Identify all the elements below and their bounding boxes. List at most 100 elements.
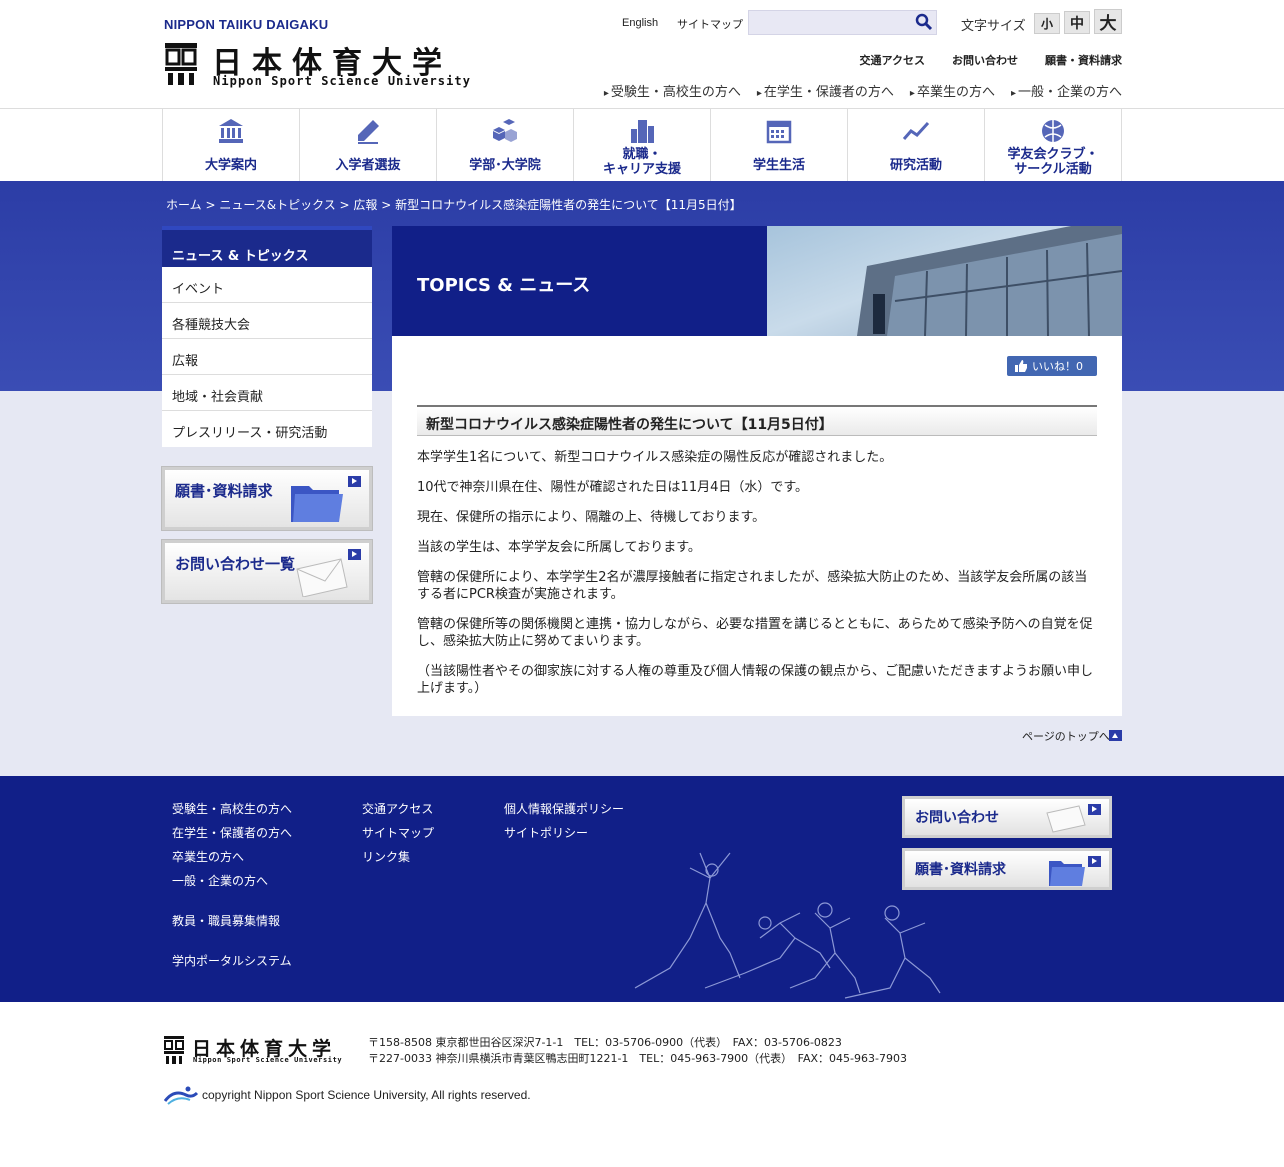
wave-logo-icon	[164, 1086, 198, 1105]
article-title: 新型コロナウイルス感染症陽性者の発生について【11月5日付】	[417, 405, 1097, 436]
gnav-label: 大学案内	[204, 158, 257, 173]
footer-link[interactable]: リンク集	[362, 848, 434, 872]
article-paragraph: （当該陽性者やその御家族に対する人権の尊重及び個人情報の保護の観点から、ご配慮い…	[417, 664, 1094, 696]
gnav-label: 学友会クラブ・ サークル活動	[1007, 147, 1099, 177]
sidebar-menu: ニュース & トピックス イベント 各種競技大会 広報 地域・社会貢献 プレスリ…	[162, 226, 372, 447]
search-input[interactable]	[748, 10, 937, 35]
sitemap-link[interactable]: サイトマップ	[677, 16, 743, 32]
site-header: NIPPON TAIIKU DAIGAKU 日本体育大学 Nippon Spor…	[0, 0, 1284, 109]
banner-label: 願書･資料請求	[915, 862, 1006, 878]
article-paragraph: 本学学生1名について、新型コロナウイルス感染症の陽性反応が確認されました。	[417, 450, 893, 465]
font-size-medium-button[interactable]: 中	[1064, 11, 1090, 34]
footer-link[interactable]: 一般・企業の方へ	[172, 872, 292, 896]
university-crest-icon	[164, 1036, 184, 1064]
arrow-right-icon	[1088, 804, 1101, 815]
footer-application-banner[interactable]: 願書･資料請求	[902, 848, 1112, 890]
footer-link-portal[interactable]: 学内ポータルシステム	[172, 952, 292, 976]
banner-label: 願書･資料請求	[175, 482, 273, 500]
font-size-large-button[interactable]: 大	[1094, 9, 1122, 34]
footer-link[interactable]: 交通アクセス	[362, 800, 434, 824]
sidebar-item-competitions[interactable]: 各種競技大会	[162, 303, 372, 339]
facebook-like-button[interactable]: いいね！0	[1007, 356, 1097, 376]
font-size-small-button[interactable]: 小	[1034, 13, 1060, 34]
footer-contact-banner[interactable]: お問い合わせ	[902, 796, 1112, 838]
gnav-admissions[interactable]: 入学者選抜	[300, 109, 437, 181]
sidebar-item-press[interactable]: プレスリリース・研究活動	[162, 411, 372, 447]
gnav-label: 学生生活	[752, 158, 805, 173]
thumbs-up-icon	[1015, 360, 1027, 372]
article-panel: いいね！0 新型コロナウイルス感染症陽性者の発生について【11月5日付】 本学学…	[392, 336, 1122, 716]
sidebar-item-community[interactable]: 地域・社会貢献	[162, 375, 372, 411]
footer-column-extra: 教員・職員募集情報 学内ポータルシステム	[172, 912, 292, 976]
audience-links: 受験生・高校生の方へ 在学生・保護者の方へ 卒業生の方へ 一般・企業の方へ	[604, 81, 1122, 100]
article-paragraph: 当該の学生は、本学学友会に所属しております。	[417, 540, 701, 555]
envelope-icon	[1046, 805, 1086, 833]
address-tokyo: 〒158-8508 東京都世田谷区深沢7-1-1 TEL：03-5706-090…	[368, 1036, 842, 1049]
arrow-right-icon	[348, 476, 361, 487]
sidebar-item-events[interactable]: イベント	[162, 267, 372, 303]
building-icon	[219, 119, 243, 143]
footer-link[interactable]: サイトマップ	[362, 824, 434, 848]
gnav-about[interactable]: 大学案内	[163, 109, 300, 181]
ball-icon	[1042, 120, 1064, 142]
like-label: いいね！0	[1032, 360, 1083, 373]
english-link[interactable]: English	[622, 17, 658, 29]
breadcrumb[interactable]: ホーム > ニュース&トピックス > 広報 > 新型コロナウイルス感染症陽性者の…	[166, 196, 742, 213]
city-icon	[631, 120, 654, 143]
application-link[interactable]: 願書・資料請求	[1045, 52, 1122, 68]
section-header: TOPICS & ニュース	[392, 226, 1122, 336]
utility-links: 交通アクセス お問い合わせ 願書・資料請求	[860, 52, 1122, 68]
footer-link-recruitment[interactable]: 教員・職員募集情報	[172, 912, 292, 952]
audience-link-applicants[interactable]: 受験生・高校生の方へ	[604, 81, 741, 100]
contact-link[interactable]: お問い合わせ	[952, 52, 1018, 68]
footer-logo-english: Nippon Sport Science University	[193, 1056, 343, 1064]
university-crest-icon[interactable]	[164, 42, 198, 86]
gnav-label: 入学者選抜	[335, 158, 401, 173]
arrow-right-icon	[348, 549, 361, 560]
article-paragraph: 現在、保健所の指示により、隔離の上、待機しております。	[417, 510, 766, 525]
section-title: TOPICS & ニュース	[417, 275, 591, 296]
gnav-label: 研究活動	[889, 158, 942, 173]
logo-romaji[interactable]: NIPPON TAIIKU DAIGAKU	[164, 17, 328, 32]
article-paragraph: 管轄の保健所により、本学学生2名が濃厚接触者に指定されましたが、感染拡大防止のた…	[417, 570, 1088, 602]
folder-icon	[1049, 861, 1085, 886]
banner-label: お問い合わせ一覧	[175, 555, 296, 573]
footer-link[interactable]: 個人情報保護ポリシー	[504, 800, 624, 824]
gnav-faculties[interactable]: 学部･大学院	[437, 109, 574, 181]
sidebar-heading[interactable]: ニュース & トピックス	[162, 226, 372, 267]
footer-link[interactable]: 卒業生の方へ	[172, 848, 292, 872]
logo-english[interactable]: Nippon Sport Science University	[213, 74, 471, 88]
cubes-icon	[493, 119, 517, 142]
athletes-illustration	[634, 852, 941, 999]
footer-link[interactable]: 受験生・高校生の方へ	[172, 800, 292, 824]
footer-link[interactable]: サイトポリシー	[504, 824, 624, 848]
arrow-right-icon	[1088, 856, 1101, 867]
audience-link-public[interactable]: 一般・企業の方へ	[1011, 81, 1122, 100]
copyright: copyright Nippon Sport Science Universit…	[202, 1088, 531, 1102]
gnav-campus-life[interactable]: 学生生活	[711, 109, 848, 181]
arrow-up-icon[interactable]	[1109, 730, 1122, 741]
gnav-label: 学部･大学院	[469, 158, 541, 173]
contact-list-banner[interactable]: お問い合わせ一覧	[161, 539, 373, 604]
gnav-career[interactable]: 就職・ キャリア支援	[574, 109, 711, 181]
envelope-icon	[296, 558, 348, 597]
access-link[interactable]: 交通アクセス	[860, 52, 925, 68]
article-paragraph: 管轄の保健所等の関係機関と連携・協力しながら、必要な措置を講じるとともに、あらた…	[417, 617, 1093, 649]
address-yokohama: 〒227-0033 神奈川県横浜市青葉区鴨志田町1221-1 TEL：045-9…	[368, 1052, 907, 1065]
search-icon[interactable]	[915, 13, 933, 31]
global-nav: 大学案内 入学者選抜 学部･大学院 就職・ キャリア支援 学生生活 研究活動 学…	[162, 109, 1122, 181]
footer-link[interactable]: 在学生・保護者の方へ	[172, 824, 292, 848]
application-banner[interactable]: 願書･資料請求	[161, 466, 373, 531]
audience-link-students[interactable]: 在学生・保護者の方へ	[757, 81, 894, 100]
sidebar-item-pr[interactable]: 広報	[162, 339, 372, 375]
footer-column-audience: 受験生・高校生の方へ 在学生・保護者の方へ 卒業生の方へ 一般・企業の方へ	[172, 800, 292, 896]
audience-link-alumni[interactable]: 卒業生の方へ	[910, 81, 995, 100]
page-top-link[interactable]: ページのトップへ	[1022, 728, 1110, 744]
font-size-label: 文字サイズ	[961, 19, 1026, 34]
calendar-icon	[766, 120, 792, 144]
chart-line-icon	[902, 121, 930, 140]
banner-label: お問い合わせ	[915, 810, 999, 826]
gnav-clubs[interactable]: 学友会クラブ・ サークル活動	[985, 109, 1122, 181]
pencil-icon	[358, 120, 379, 144]
gnav-research[interactable]: 研究活動	[848, 109, 985, 181]
